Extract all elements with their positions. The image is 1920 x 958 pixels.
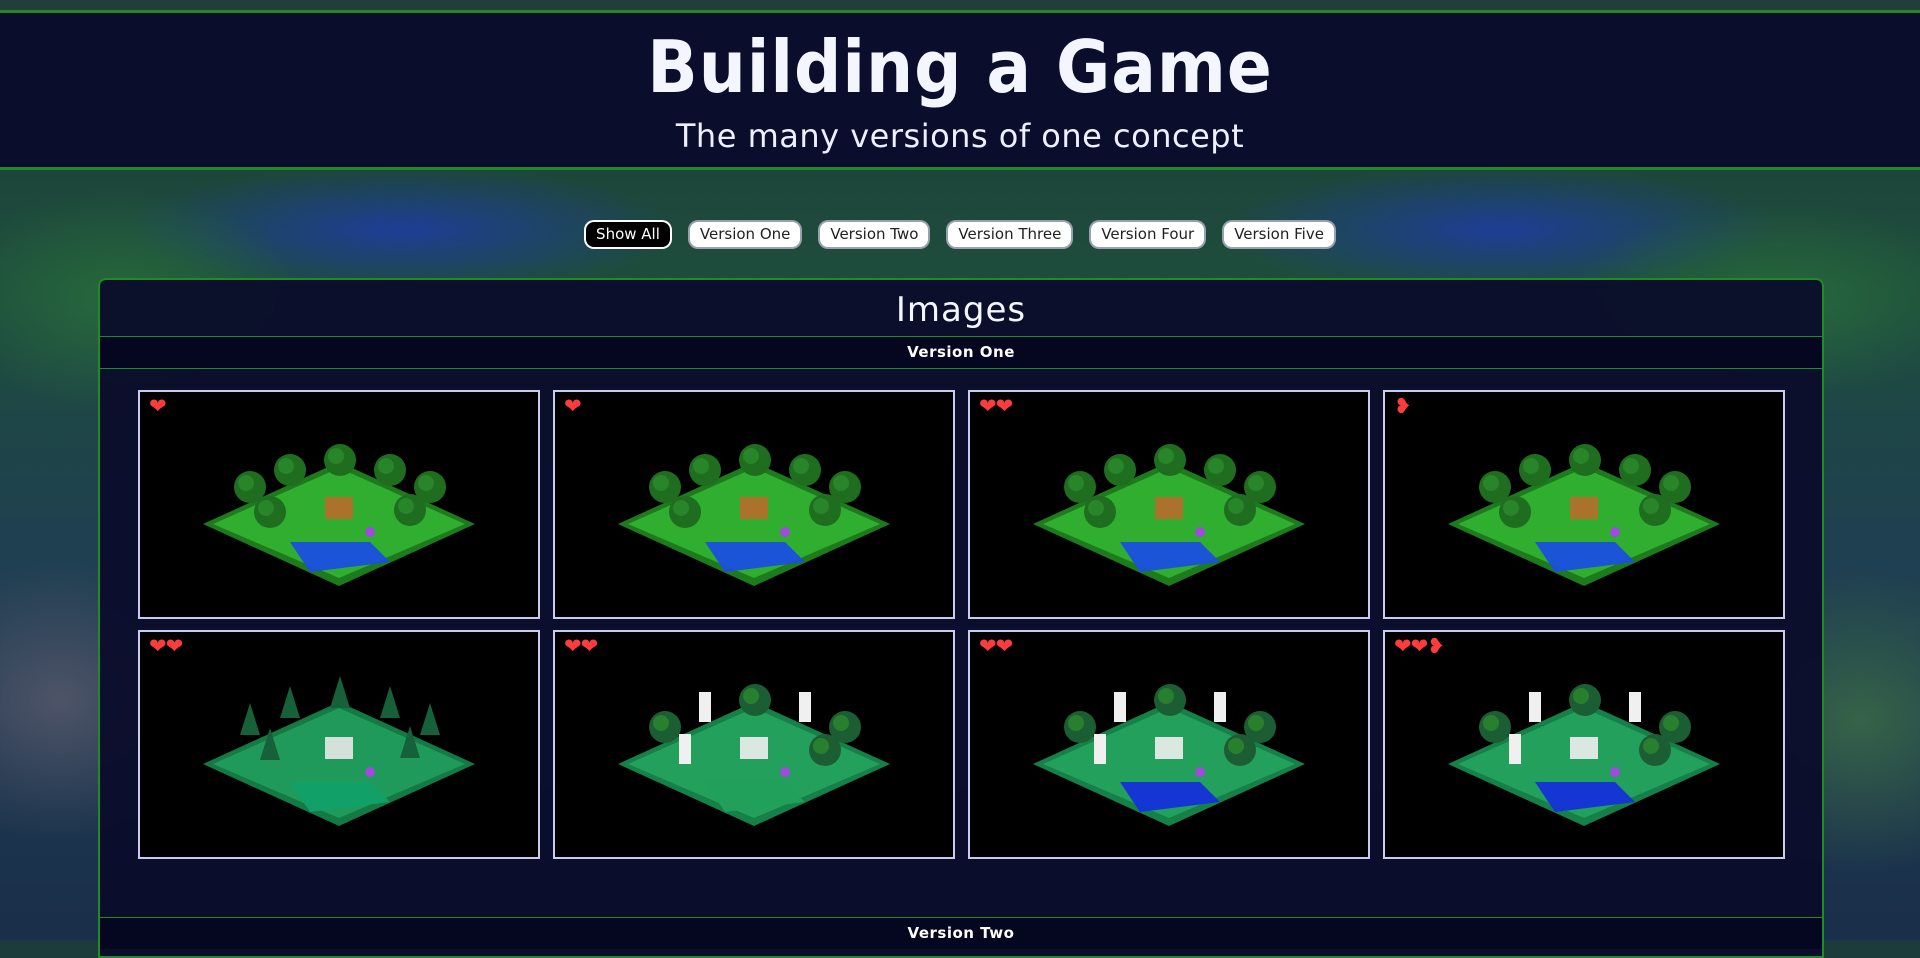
- gallery-panel: Images Version One ❤ ❤ ❤❤ ❥ ❤❤ ❤❤ ❤❤ ❤❤❥…: [98, 278, 1824, 958]
- heart-rating-icon: ❤❤: [979, 634, 1013, 658]
- gallery-image-card[interactable]: ❤❤❥: [1383, 630, 1785, 859]
- heart-rating-icon: ❤: [149, 394, 167, 418]
- diorama-thumbnail-icon: [203, 676, 475, 826]
- gallery-image-card[interactable]: ❤❤: [968, 630, 1370, 859]
- heart-rating-icon: ❤❤: [564, 634, 598, 658]
- diorama-thumbnail-icon: [203, 444, 475, 586]
- filter-version-four-button[interactable]: Version Four: [1091, 222, 1205, 247]
- filter-version-five-button[interactable]: Version Five: [1224, 222, 1334, 247]
- heart-rating-icon: ❥: [1394, 394, 1412, 418]
- heart-rating-icon: ❤❤❥: [1394, 634, 1445, 658]
- gallery-image-card[interactable]: ❤❤: [553, 630, 955, 859]
- gallery-title: Images: [100, 280, 1822, 337]
- filter-version-three-button[interactable]: Version Three: [948, 222, 1072, 247]
- filter-bar: Show All Version One Version Two Version…: [0, 222, 1920, 247]
- top-strip: [0, 0, 1920, 13]
- gallery-image-card[interactable]: ❤: [138, 390, 540, 619]
- filter-show-all-button[interactable]: Show All: [586, 222, 670, 247]
- image-grid: ❤ ❤ ❤❤ ❥ ❤❤ ❤❤ ❤❤ ❤❤❥: [138, 390, 1785, 859]
- diorama-thumbnail-icon: [1033, 444, 1305, 586]
- diorama-thumbnail-icon: [618, 684, 890, 826]
- heart-rating-icon: ❤❤: [979, 394, 1013, 418]
- section-heading-version-two: Version Two: [100, 917, 1822, 949]
- diorama-thumbnail-icon: [1448, 684, 1720, 826]
- diorama-thumbnail-icon: [618, 444, 890, 586]
- heart-rating-icon: ❤: [564, 394, 582, 418]
- filter-version-two-button[interactable]: Version Two: [820, 222, 929, 247]
- gallery-image-card[interactable]: ❤❤: [138, 630, 540, 859]
- diorama-thumbnail-icon: [1448, 444, 1720, 586]
- page-subtitle: The many versions of one concept: [675, 117, 1245, 155]
- filter-version-one-button[interactable]: Version One: [689, 222, 801, 247]
- diorama-thumbnail-icon: [1033, 684, 1305, 826]
- page-title: Building a Game: [647, 25, 1273, 109]
- site-header: Building a Game The many versions of one…: [0, 13, 1920, 170]
- section-heading-version-one: Version One: [100, 337, 1822, 369]
- gallery-image-card[interactable]: ❤❤: [968, 390, 1370, 619]
- gallery-image-card[interactable]: ❤: [553, 390, 955, 619]
- gallery-image-card[interactable]: ❥: [1383, 390, 1785, 619]
- heart-rating-icon: ❤❤: [149, 634, 183, 658]
